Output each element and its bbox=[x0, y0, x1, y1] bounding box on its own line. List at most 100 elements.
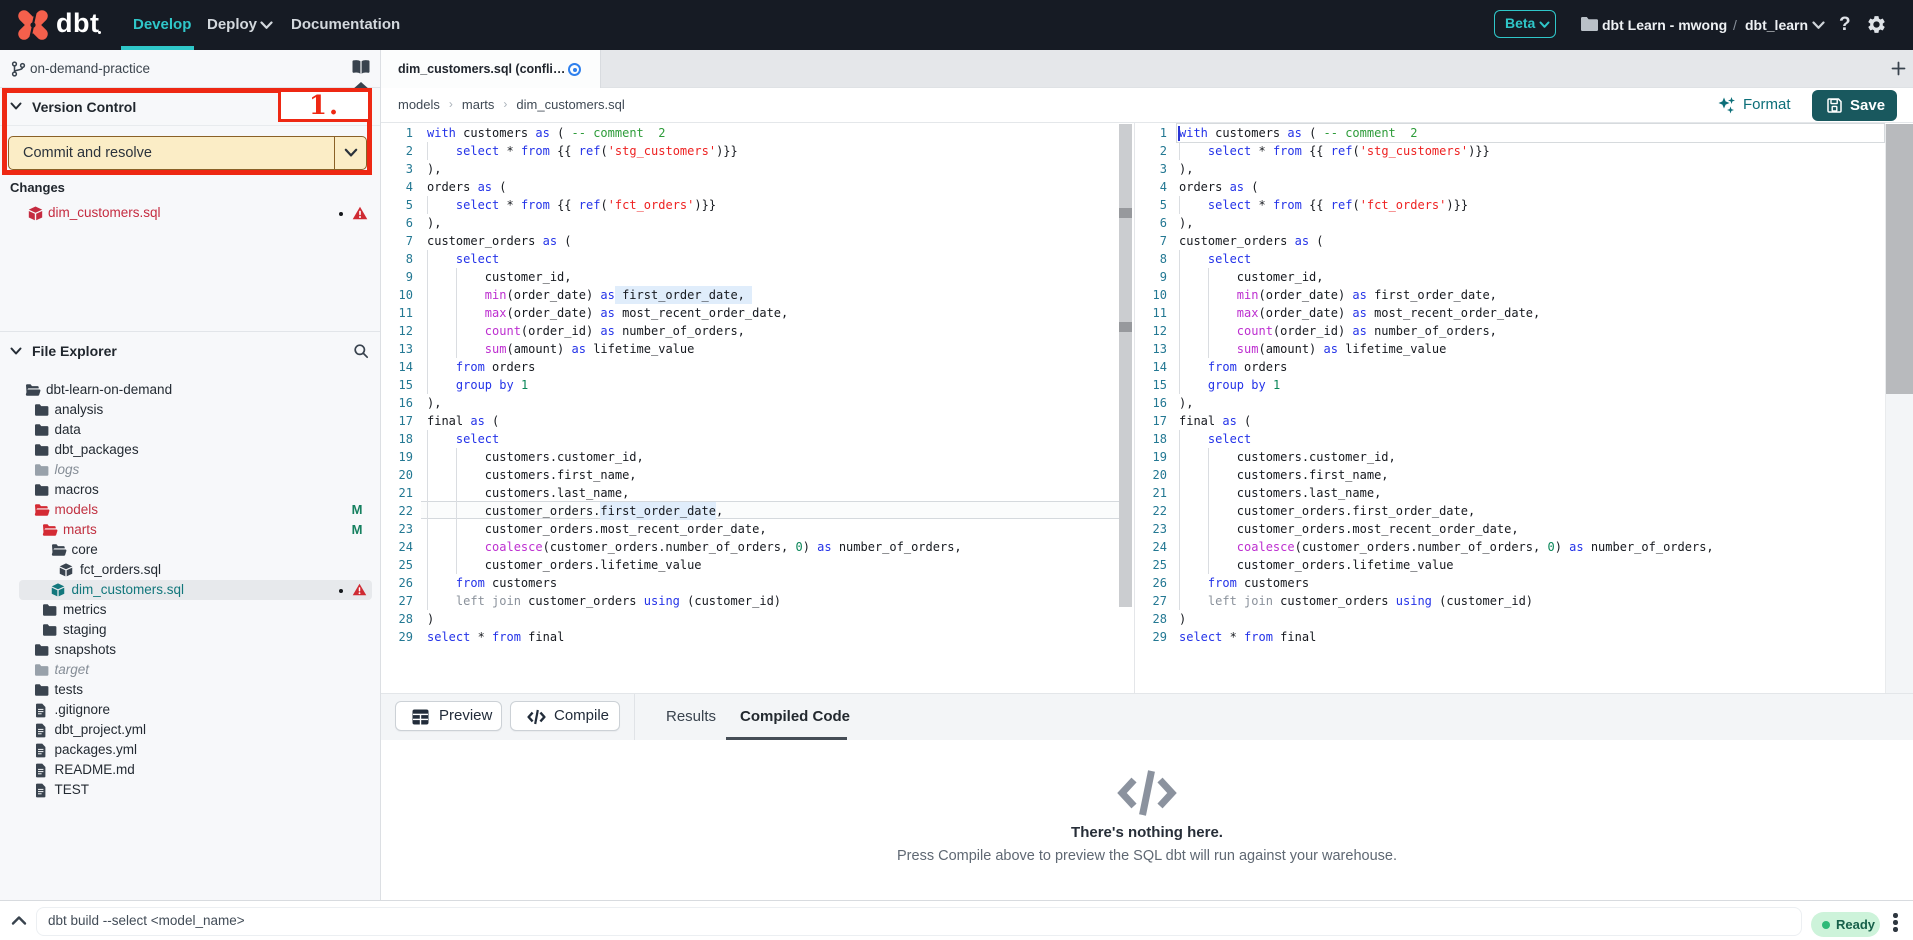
changed-file-row[interactable]: dim_customers.sql bbox=[0, 202, 380, 224]
code-line-28[interactable]: ) bbox=[427, 610, 434, 628]
code-line-23[interactable]: customer_orders.most_recent_order_date, bbox=[427, 520, 767, 538]
breadcrumb-file[interactable]: dim_customers.sql bbox=[516, 97, 624, 112]
code-line-3[interactable]: ), bbox=[427, 160, 441, 178]
code-line-16[interactable]: ), bbox=[427, 394, 441, 412]
code-line-19[interactable]: customers.customer_id, bbox=[1179, 448, 1396, 466]
tree-item-snapshots[interactable]: snapshots bbox=[0, 640, 380, 660]
tree-item-test[interactable]: TEST bbox=[0, 780, 380, 800]
code-line-7[interactable]: customer_orders as ( bbox=[427, 232, 572, 250]
code-line-4[interactable]: orders as ( bbox=[1179, 178, 1258, 196]
code-line-10[interactable]: min(order_date) as first_order_date, bbox=[427, 286, 745, 304]
tree-item-analysis[interactable]: analysis bbox=[0, 400, 380, 420]
tree-item--gitignore[interactable]: .gitignore bbox=[0, 700, 380, 720]
code-line-25[interactable]: customer_orders.lifetime_value bbox=[427, 556, 702, 574]
environment-dropdown[interactable]: dbt_learn bbox=[1745, 0, 1808, 50]
tree-item-core[interactable]: core bbox=[0, 540, 380, 560]
code-line-3[interactable]: ), bbox=[1179, 160, 1193, 178]
tab-compiled-code[interactable]: Compiled Code bbox=[740, 694, 850, 740]
tree-item-readme-md[interactable]: README.md bbox=[0, 760, 380, 780]
code-line-9[interactable]: customer_id, bbox=[1179, 268, 1324, 286]
code-line-18[interactable]: select bbox=[1179, 430, 1251, 448]
tree-item-marts[interactable]: martsM bbox=[0, 520, 380, 540]
code-line-13[interactable]: sum(amount) as lifetime_value bbox=[1179, 340, 1446, 358]
breadcrumb-marts[interactable]: marts bbox=[462, 97, 495, 112]
new-tab-plus-icon[interactable] bbox=[1891, 61, 1906, 76]
code-line-14[interactable]: from orders bbox=[427, 358, 535, 376]
code-line-2[interactable]: select * from {{ ref('stg_customers')}} bbox=[1179, 142, 1490, 160]
format-button[interactable]: Format bbox=[1743, 88, 1791, 122]
tree-item-data[interactable]: data bbox=[0, 420, 380, 440]
right-scrollbar-thumb[interactable] bbox=[1886, 124, 1913, 394]
code-line-26[interactable]: from customers bbox=[427, 574, 557, 592]
tree-item-dim-customers-sql[interactable]: dim_customers.sql bbox=[0, 580, 380, 600]
nav-item-deploy[interactable]: Deploy bbox=[207, 0, 257, 50]
code-line-8[interactable]: select bbox=[427, 250, 499, 268]
code-line-4[interactable]: orders as ( bbox=[427, 178, 506, 196]
compile-button[interactable]: Compile bbox=[510, 701, 620, 731]
tree-item-dbt-learn-on-demand[interactable]: dbt-learn-on-demand bbox=[0, 380, 380, 400]
preview-button[interactable]: Preview bbox=[395, 701, 502, 731]
dbt-logo-icon[interactable] bbox=[17, 9, 49, 41]
code-line-19[interactable]: customers.customer_id, bbox=[427, 448, 644, 466]
tree-item-logs[interactable]: logs bbox=[0, 460, 380, 480]
kebab-menu-icon[interactable] bbox=[1893, 913, 1898, 934]
tree-item-target[interactable]: target bbox=[0, 660, 380, 680]
code-line-5[interactable]: select * from {{ ref('fct_orders')}} bbox=[1179, 196, 1468, 214]
code-line-5[interactable]: select * from {{ ref('fct_orders')}} bbox=[427, 196, 716, 214]
tree-item-tests[interactable]: tests bbox=[0, 680, 380, 700]
breadcrumb-models[interactable]: models bbox=[398, 97, 440, 112]
code-line-29[interactable]: select * from final bbox=[1179, 628, 1316, 646]
right-pane-scrollbar[interactable] bbox=[1885, 124, 1913, 693]
code-line-17[interactable]: final as ( bbox=[427, 412, 499, 430]
code-line-10[interactable]: min(order_date) as first_order_date, bbox=[1179, 286, 1497, 304]
code-line-21[interactable]: customers.last_name, bbox=[1179, 484, 1381, 502]
chevron-down-icon[interactable] bbox=[344, 148, 358, 158]
code-line-12[interactable]: count(order_id) as number_of_orders, bbox=[427, 322, 745, 340]
code-line-15[interactable]: group by 1 bbox=[427, 376, 528, 394]
tree-item-metrics[interactable]: metrics bbox=[0, 600, 380, 620]
code-line-27[interactable]: left join customer_orders using (custome… bbox=[1179, 592, 1533, 610]
code-line-22[interactable]: customer_orders.first_order_date, bbox=[427, 502, 723, 520]
code-line-14[interactable]: from orders bbox=[1179, 358, 1287, 376]
commit-and-resolve-button[interactable]: Commit and resolve bbox=[8, 136, 367, 170]
tab-results[interactable]: Results bbox=[666, 694, 716, 740]
code-line-24[interactable]: coalesce(customer_orders.number_of_order… bbox=[427, 538, 962, 556]
tree-item-dbt-project-yml[interactable]: dbt_project.yml bbox=[0, 720, 380, 740]
code-line-27[interactable]: left join customer_orders using (custome… bbox=[427, 592, 781, 610]
code-line-8[interactable]: select bbox=[1179, 250, 1251, 268]
search-icon[interactable] bbox=[353, 343, 369, 359]
code-line-25[interactable]: customer_orders.lifetime_value bbox=[1179, 556, 1454, 574]
open-docs-book-icon[interactable] bbox=[351, 59, 371, 75]
code-line-6[interactable]: ), bbox=[427, 214, 441, 232]
settings-gear-icon[interactable] bbox=[1866, 14, 1887, 35]
save-button[interactable]: Save bbox=[1812, 90, 1897, 121]
code-line-28[interactable]: ) bbox=[1179, 610, 1186, 628]
account-project-name[interactable]: dbt Learn - mwong bbox=[1602, 0, 1727, 50]
code-line-18[interactable]: select bbox=[427, 430, 499, 448]
tree-item-packages-yml[interactable]: packages.yml bbox=[0, 740, 380, 760]
left-pane-scrollbar[interactable] bbox=[1119, 124, 1132, 607]
code-line-11[interactable]: max(order_date) as most_recent_order_dat… bbox=[427, 304, 788, 322]
code-line-17[interactable]: final as ( bbox=[1179, 412, 1251, 430]
code-line-26[interactable]: from customers bbox=[1179, 574, 1309, 592]
code-line-1[interactable]: with customers as ( -- comment 2 bbox=[1179, 124, 1417, 142]
code-line-11[interactable]: max(order_date) as most_recent_order_dat… bbox=[1179, 304, 1540, 322]
tab-modified-icon[interactable] bbox=[568, 63, 581, 76]
code-line-9[interactable]: customer_id, bbox=[427, 268, 572, 286]
code-line-6[interactable]: ), bbox=[1179, 214, 1193, 232]
tree-item-fct-orders-sql[interactable]: fct_orders.sql bbox=[0, 560, 380, 580]
nav-item-documentation[interactable]: Documentation bbox=[291, 0, 400, 50]
command-placeholder[interactable]: dbt build --select <model_name> bbox=[48, 901, 245, 940]
code-line-12[interactable]: count(order_id) as number_of_orders, bbox=[1179, 322, 1497, 340]
editor-pane-right[interactable]: 1with customers as ( -- comment 22 selec… bbox=[1135, 123, 1886, 693]
tab-dim-customers[interactable]: dim_customers.sql (confli… bbox=[381, 50, 601, 88]
code-line-13[interactable]: sum(amount) as lifetime_value bbox=[427, 340, 694, 358]
command-input[interactable] bbox=[36, 907, 1802, 936]
code-line-22[interactable]: customer_orders.first_order_date, bbox=[1179, 502, 1475, 520]
code-line-29[interactable]: select * from final bbox=[427, 628, 564, 646]
chevron-up-icon[interactable] bbox=[11, 915, 27, 926]
chevron-down-icon[interactable] bbox=[1812, 21, 1825, 30]
tree-item-models[interactable]: modelsM bbox=[0, 500, 380, 520]
help-button[interactable]: ? bbox=[1839, 0, 1851, 50]
tree-item-dbt-packages[interactable]: dbt_packages bbox=[0, 440, 380, 460]
